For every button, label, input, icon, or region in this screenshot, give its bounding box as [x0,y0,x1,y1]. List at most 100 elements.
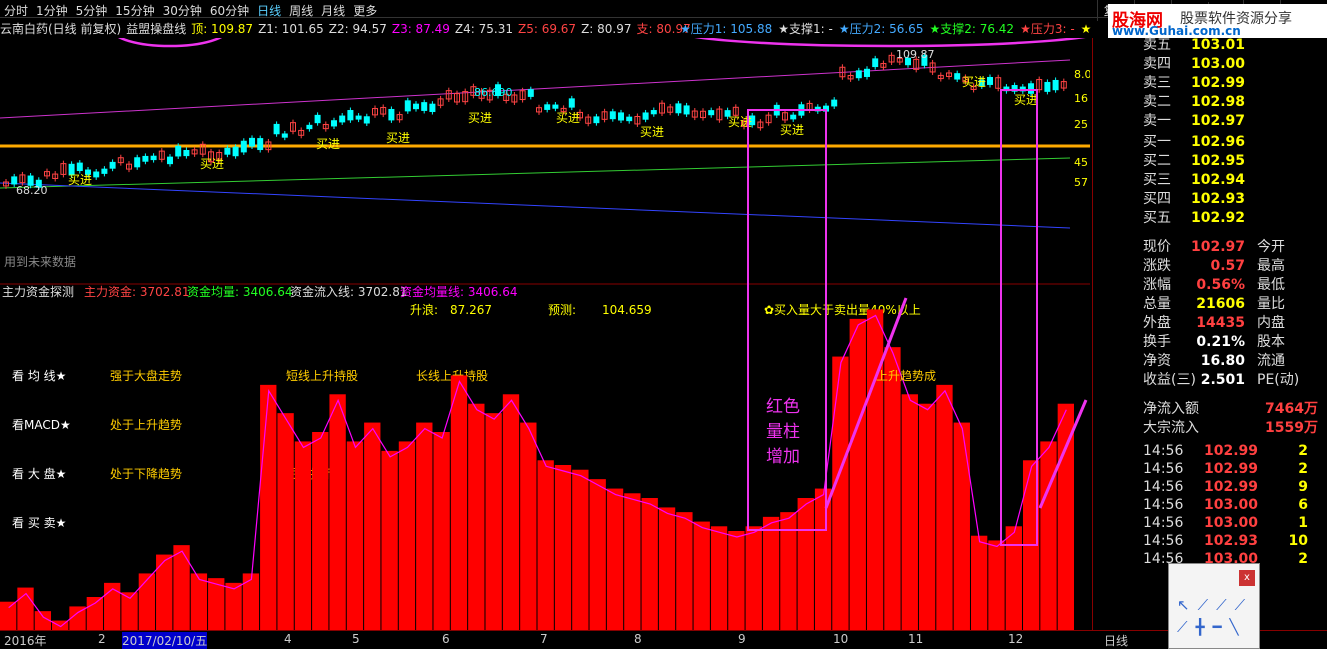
candle-body [150,155,157,161]
fund-bar [953,422,970,630]
drawing-toolbox[interactable]: x ↖⟋⟋⟋ ⟋╋━╲ [1168,563,1260,649]
kline-chart[interactable]: 100.090.0080.0070.0060.0050.00109.8768.2… [0,38,1090,636]
candle-body [1028,83,1034,94]
fund-bar [1040,441,1057,630]
note-text: 红色 [766,397,800,417]
stat-row: 净资 16.80 流通 [1143,353,1285,369]
signal-key: 看 均 线★ [12,369,66,383]
period-7[interactable]: 周线 [285,0,317,21]
candle-body [609,111,616,120]
buy-signal: 买进 [962,75,986,89]
stat-row: 外盘 14435 内盘 [1143,315,1285,331]
candle-body [831,99,838,107]
period-6[interactable]: 日线 [253,0,285,21]
fund-bar [381,450,398,630]
fund-bar [294,441,312,630]
date-label: 5 [352,632,360,646]
tick-row: 14:56 102.93 10 [1143,533,1308,549]
fund-bar [762,516,780,630]
fib-level: 16 [1074,92,1088,105]
pressure-support-line: ★压力1: 105.88 ★支撑1: - ★压力2: 56.65 ★支撑2: 76.4… [680,20,1097,37]
period-1[interactable]: 1分钟 [32,0,72,21]
date-label: 2 [98,632,106,646]
period-0[interactable]: 分时 [0,0,32,21]
signal-a: 强于大盘走势 [110,368,182,383]
fund-bar [589,479,606,630]
fund-bar [641,498,658,630]
fund-bar [918,403,936,630]
candle-body [93,171,100,178]
candle-body [790,114,797,120]
candle-body [232,146,239,157]
trend-label: 上升趋势成 [876,369,936,383]
candle-body [683,105,690,115]
candle-body [134,157,141,168]
info-item-5: Z3: 87.49 [391,22,450,36]
sub-legend-item: 资金流入线: 3702.81 [290,284,407,299]
line-tools-icon[interactable]: ↖⟋⟋⟋ [1177,596,1253,614]
sub-legend-item: 资金均量: 3406.64 [187,284,292,299]
candle-body [281,133,288,138]
close-icon[interactable]: x [1239,570,1255,586]
fund-bar [138,573,156,630]
candle-body [708,110,715,116]
fund-bar [190,573,208,630]
tick-row: 14:56 103.00 6 [1143,497,1308,513]
candle-body [1044,81,1051,92]
candle-body [954,73,961,80]
period-3[interactable]: 15分钟 [111,0,158,21]
candle-body [11,176,18,185]
fund-bar [277,413,294,630]
fund-bar [710,526,728,630]
shape-tools-icon[interactable]: ⟋╋━╲ [1177,618,1247,636]
buy-signal: 买进 [780,123,804,137]
candle-body [109,161,116,169]
pressure-item-2: ★压力2: 56.65 [838,22,924,36]
fund-bar [936,384,953,630]
fib-level: 25 [1074,118,1088,131]
candle-body [331,120,337,127]
candle-body [872,58,879,68]
fund-bar [450,375,468,630]
tick-row: 14:56 103.00 1 [1143,515,1308,531]
fund-bar [988,540,1005,630]
order-row: 卖一 102.97 [1143,113,1245,129]
fund-bar [572,469,589,630]
tick-row: 14:56 102.99 9 [1143,479,1308,495]
date-label: 10 [833,632,849,646]
signal-b: 短线上升持股 [286,368,358,383]
period-9[interactable]: 更多 [349,0,381,21]
pressure-item-0: ★压力1: 105.88 [680,22,773,36]
sub-legend-item: 资金均量线: 3406.64 [400,284,517,299]
candle-body [987,76,993,85]
candle-body [306,124,313,130]
pred-value: 104.659 [602,303,652,317]
fund-bar [832,356,849,630]
order-row: 买三 102.94 [1143,172,1245,188]
flow-row: 大宗流入 1559万 [1143,420,1318,436]
period-8[interactable]: 月线 [317,0,349,21]
order-row: 买二 102.95 [1143,153,1245,169]
info-item-6: Z4: 75.31 [454,22,513,36]
date-label: 11 [908,632,924,646]
order-row: 卖四 103.00 [1143,56,1245,72]
fund-bar [225,582,242,630]
fund-bar [0,601,17,630]
date-label: 6 [442,632,450,646]
period-2[interactable]: 5分钟 [72,0,112,21]
candle-body [552,104,559,109]
date-label: 2017/02/10/五 [122,632,208,649]
stat-row: 现价 102.97 今开 [1143,239,1285,255]
fund-bar [312,432,329,630]
fund-bar [745,526,762,630]
fund-bar [485,413,502,630]
sub-legend-item: 主力资金: 3702.81 [84,284,189,299]
fund-bar [502,394,520,630]
order-row: 卖三 102.99 [1143,75,1245,91]
sub-panel-name: 主力资金探测 [2,284,74,299]
period-5[interactable]: 60分钟 [206,0,253,21]
period-4[interactable]: 30分钟 [159,0,206,21]
buy-signal: 买进 [386,131,410,145]
fund-bar [156,554,173,630]
fund-bar [676,512,693,630]
